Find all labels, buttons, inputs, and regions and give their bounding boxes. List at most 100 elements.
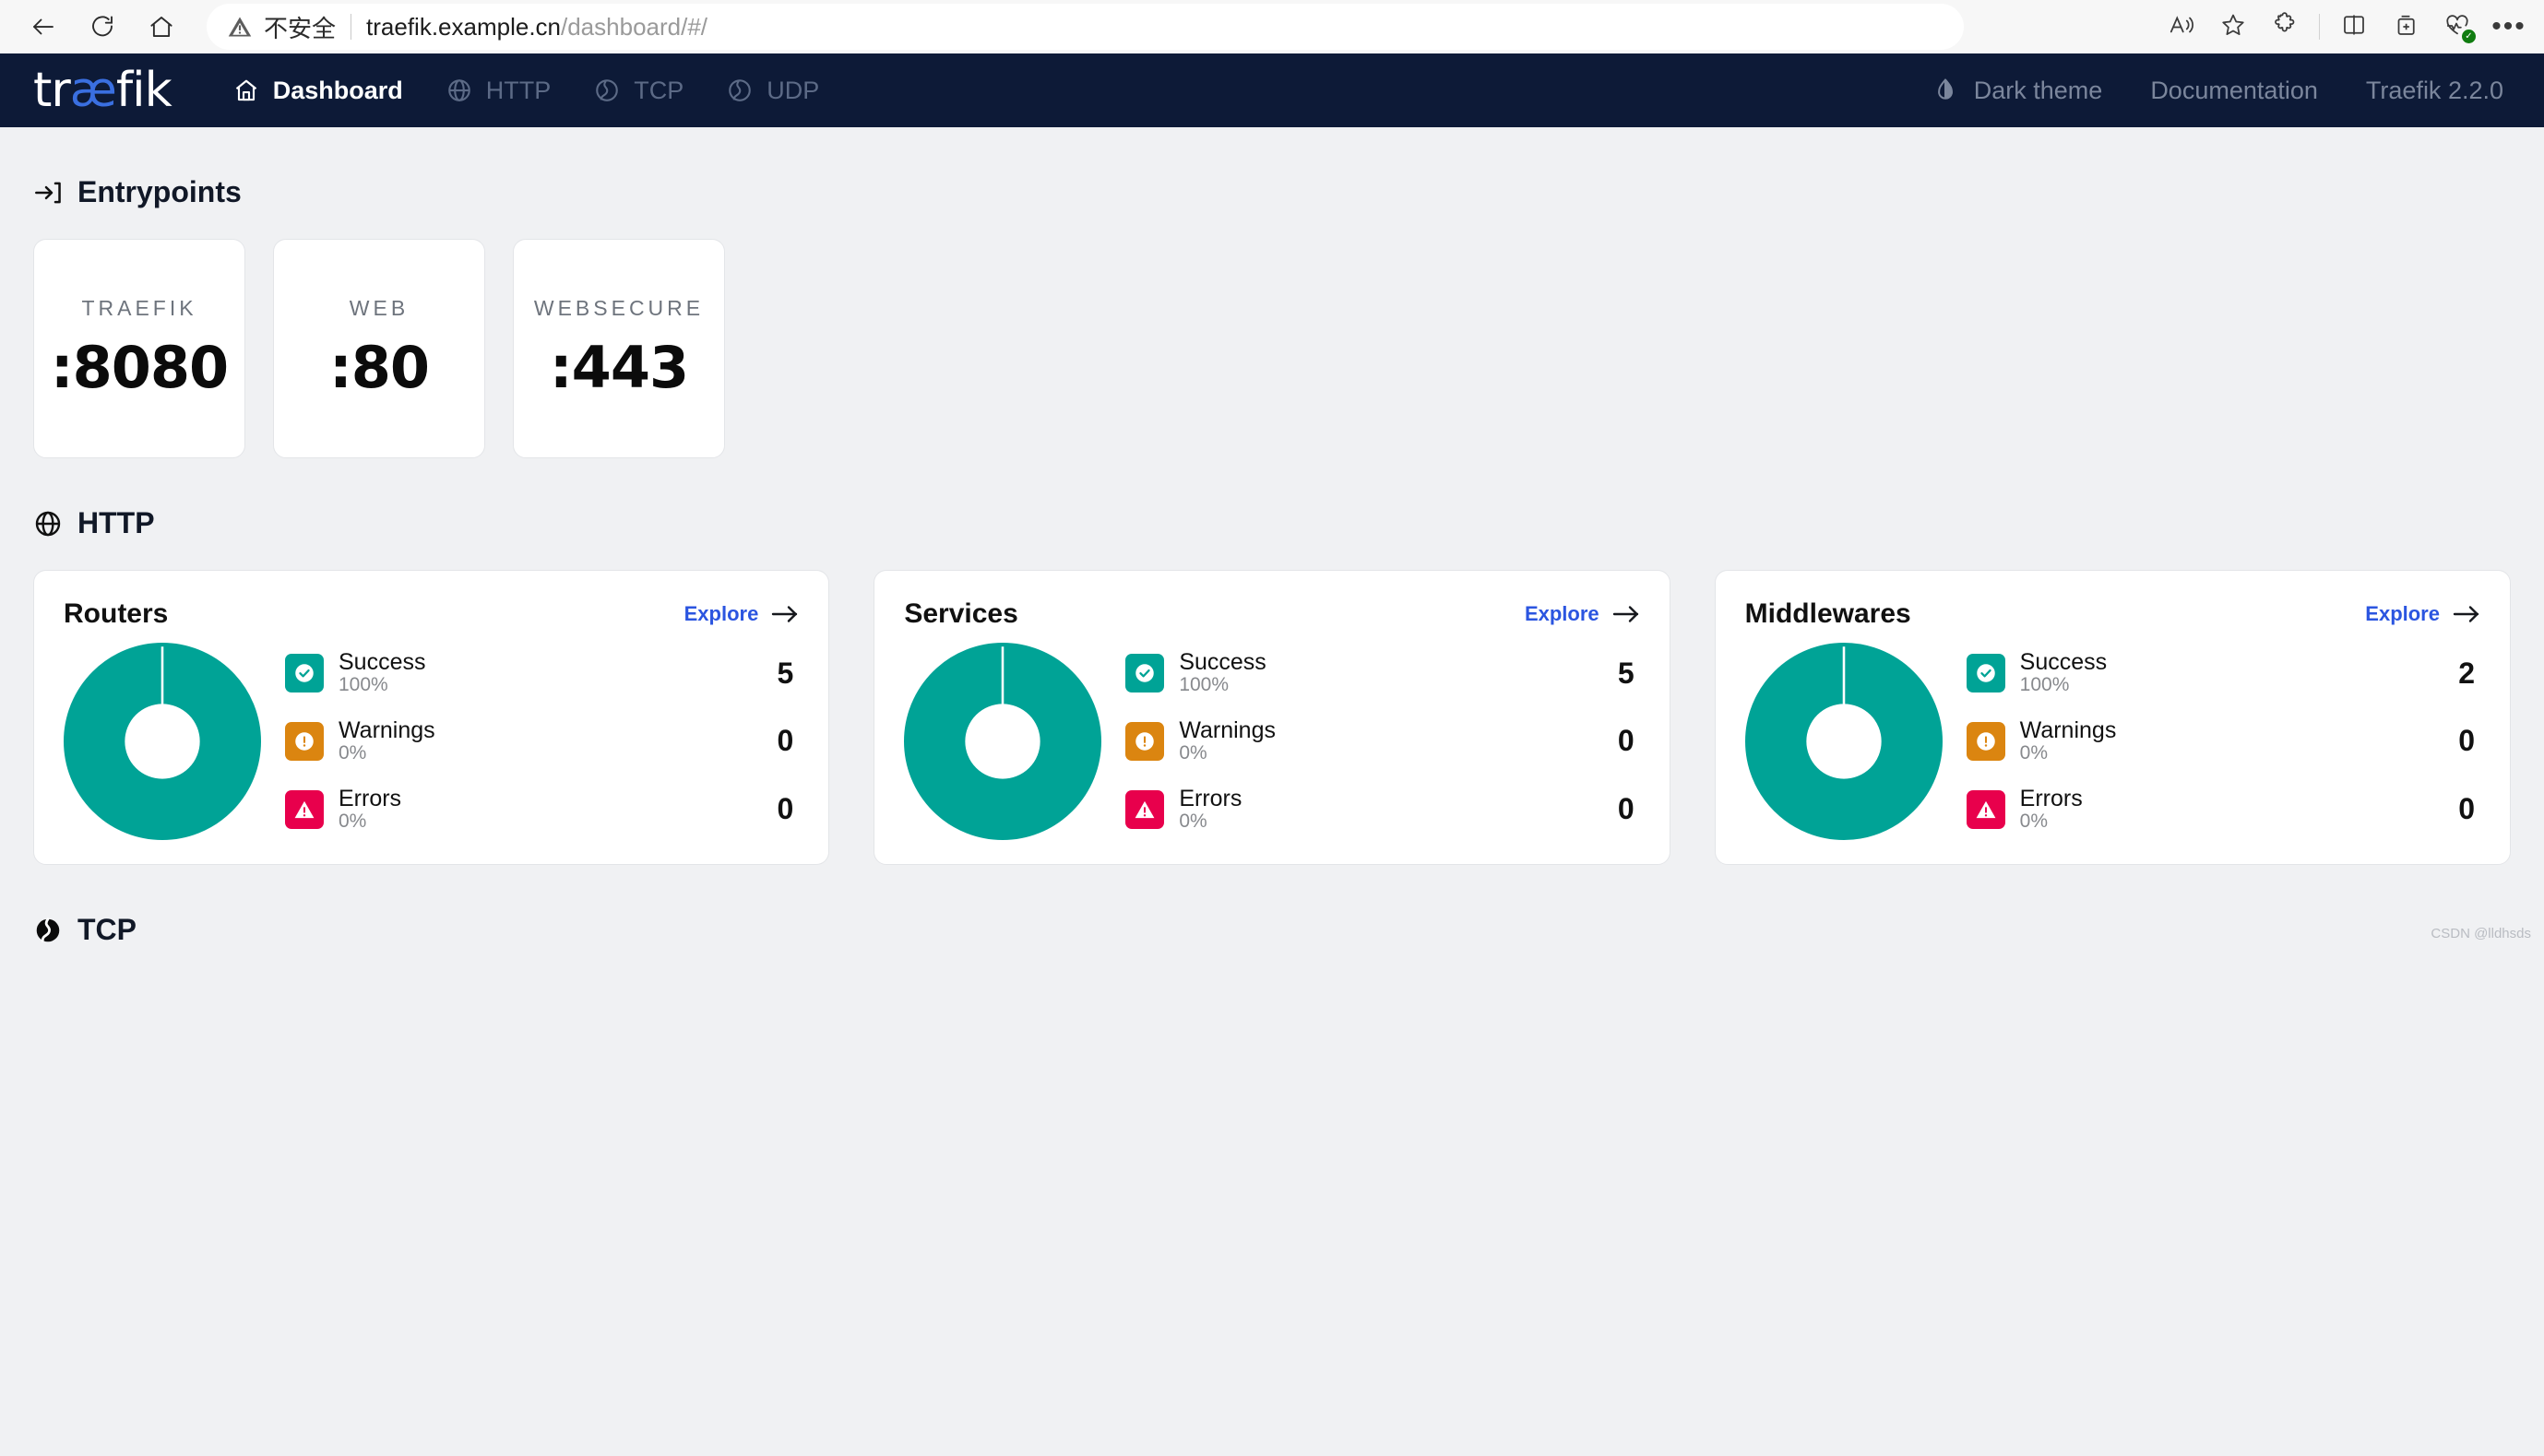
- dashboard-page: Entrypoints TRAEFIK :8080 WEB :80 WEBSEC…: [0, 175, 2544, 947]
- logo-suffix: fik: [115, 63, 172, 118]
- legend-text: Success 100%: [2020, 650, 2436, 696]
- entrypoints-title: Entrypoints: [77, 175, 242, 208]
- navbar-right: Dark theme Documentation Traefik 2.2.0: [1928, 53, 2507, 127]
- legend-value: 0: [777, 724, 794, 758]
- entrypoint-port: :443: [549, 334, 689, 401]
- explore-label: Explore: [1524, 602, 1599, 625]
- dark-theme-toggle[interactable]: Dark theme: [1928, 53, 2107, 127]
- legend-text: Warnings 0%: [1179, 718, 1595, 764]
- stat-card-header: Middlewares Explore: [1745, 598, 2480, 630]
- explore-link[interactable]: Explore: [684, 602, 800, 626]
- legend-value: 0: [1617, 724, 1635, 758]
- legend-row-success: Success 100% 5: [1125, 650, 1635, 696]
- legend-percent: 100%: [2019, 674, 2070, 696]
- stat-card-body: Success 100% 2 Warnings 0% 0 Errors 0% 0: [1744, 643, 2480, 840]
- split-screen-button[interactable]: [2328, 3, 2380, 51]
- entry-arrow-icon: [33, 178, 63, 207]
- entrypoint-port: :8080: [50, 334, 229, 401]
- back-button[interactable]: [17, 3, 70, 51]
- entrypoint-card[interactable]: TRAEFIK :8080: [33, 239, 245, 458]
- exclamation-triangle-icon: [1966, 789, 2005, 829]
- back-arrow-icon: [30, 13, 57, 41]
- exclamation-triangle-icon: [1125, 789, 1165, 829]
- explore-label: Explore: [2365, 602, 2440, 625]
- routers-donut-chart: [64, 643, 261, 840]
- stat-card-title: Services: [904, 598, 1018, 629]
- version-label: Traefik 2.2.0: [2365, 76, 2503, 104]
- legend-text: Errors 0%: [339, 785, 755, 833]
- url-domain: traefik.example.cn: [366, 12, 561, 41]
- nav-item-dashboard[interactable]: Dashboard: [229, 53, 407, 127]
- legend-value: 0: [1617, 792, 1635, 826]
- stat-card-body: Success 100% 5 Warnings 0% 0 Errors 0% 0: [64, 643, 799, 840]
- browser-toolbar-right: ✓ •••: [2156, 0, 2535, 53]
- traefik-logo[interactable]: træfik: [33, 66, 172, 114]
- legend-percent: 0%: [2019, 742, 2049, 764]
- http-stat-cards: Routers Explore Success 100% 5 Warnings …: [33, 570, 2511, 865]
- explore-link[interactable]: Explore: [2365, 602, 2480, 626]
- version-label-wrap[interactable]: Traefik 2.2.0: [2362, 53, 2507, 127]
- legend-text: Success 100%: [339, 650, 755, 696]
- entrypoint-card[interactable]: WEBSECURE :443: [513, 239, 725, 458]
- read-aloud-button[interactable]: [2156, 3, 2207, 51]
- legend-row-errors: Errors 0% 0: [285, 785, 793, 833]
- stat-card-title: Middlewares: [1744, 598, 1911, 629]
- not-secure-warning-icon[interactable]: [227, 14, 253, 40]
- legend-label: Errors: [2019, 785, 2083, 811]
- tcp-filled-icon: [33, 916, 63, 945]
- watermark: CSDN @lldhsds: [2431, 926, 2531, 941]
- legend-value: 5: [777, 656, 794, 690]
- nav-item-label: UDP: [767, 76, 820, 104]
- extensions-button[interactable]: [2259, 3, 2311, 51]
- nav-item-label: TCP: [634, 76, 684, 104]
- stat-card-routers: Routers Explore Success 100% 5 Warnings …: [33, 570, 830, 865]
- udp-globe-icon: [726, 77, 754, 104]
- stat-card-header: Services Explore: [904, 598, 1639, 630]
- reload-icon: [89, 13, 116, 41]
- browser-essentials-button[interactable]: ✓: [2431, 3, 2483, 51]
- entrypoint-name: WEBSECURE: [533, 296, 705, 320]
- url-path: /dashboard/#/: [561, 12, 708, 41]
- entrypoint-card[interactable]: WEB :80: [273, 239, 485, 458]
- collections-button[interactable]: [2380, 3, 2431, 51]
- stat-card-middlewares: Middlewares Explore Success 100% 2 Warni…: [1714, 570, 2511, 865]
- address-bar[interactable]: 不安全 traefik.example.cn/dashboard/#/: [207, 4, 1964, 50]
- legend-label: Errors: [1179, 785, 1242, 811]
- tcp-title: TCP: [77, 913, 137, 946]
- legend-label: Errors: [339, 785, 402, 811]
- home-button[interactable]: [135, 3, 188, 51]
- logo-ae-glyph: æ: [69, 63, 117, 118]
- legend-row-success: Success 100% 5: [285, 650, 793, 696]
- entrypoint-name: TRAEFIK: [81, 296, 197, 320]
- legend-label: Success: [339, 649, 426, 676]
- arrow-right-icon: [771, 604, 799, 624]
- globe-icon: [446, 77, 473, 104]
- legend-row-warnings: Warnings 0% 0: [285, 718, 793, 764]
- settings-more-button[interactable]: •••: [2483, 3, 2535, 51]
- middlewares-donut-chart: [1744, 643, 1943, 840]
- legend-percent: 0%: [339, 742, 367, 764]
- nav-item-label: Dashboard: [272, 76, 403, 104]
- explore-link[interactable]: Explore: [1525, 602, 1640, 626]
- toolbar-divider: [2319, 14, 2320, 40]
- documentation-link[interactable]: Documentation: [2146, 53, 2322, 127]
- routers-legend: Success 100% 5 Warnings 0% 0 Errors 0% 0: [285, 650, 799, 832]
- legend-percent: 100%: [1179, 674, 1230, 696]
- legend-text: Errors 0%: [2019, 785, 2436, 833]
- http-section-header: HTTP: [33, 506, 2511, 540]
- exclamation-triangle-icon: [285, 789, 324, 829]
- entrypoints-section-header: Entrypoints: [33, 175, 2511, 209]
- nav-item-tcp[interactable]: TCP: [589, 53, 687, 127]
- nav-item-udp[interactable]: UDP: [722, 53, 823, 127]
- app-navbar: træfik Dashboard HTTP TCP UDP Dark theme…: [0, 53, 2544, 127]
- legend-row-success: Success 100% 2: [1966, 650, 2475, 696]
- favorite-button[interactable]: [2207, 3, 2259, 51]
- legend-value: 0: [2458, 792, 2475, 826]
- legend-row-errors: Errors 0% 0: [1966, 785, 2475, 833]
- nav-item-http[interactable]: HTTP: [442, 53, 555, 127]
- globe-icon: [33, 509, 63, 539]
- reload-button[interactable]: [76, 3, 129, 51]
- legend-value: 5: [1617, 656, 1635, 690]
- home-icon: [148, 13, 175, 41]
- essentials-status-check-icon: ✓: [2462, 30, 2476, 43]
